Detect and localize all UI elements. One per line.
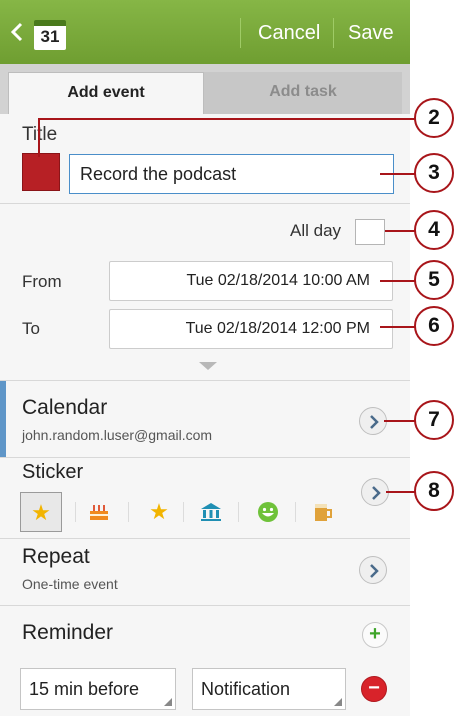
to-label: To — [22, 319, 40, 338]
callout-leader — [380, 280, 416, 282]
repeat-label: Repeat — [22, 545, 90, 568]
callout-leader — [386, 491, 416, 493]
reminder-type-select[interactable]: Notification — [192, 668, 346, 710]
reminder-time-select[interactable]: 15 min before — [20, 668, 176, 710]
callout-4: 4 — [414, 210, 454, 250]
cake-icon[interactable] — [78, 492, 120, 532]
callout-3: 3 — [414, 153, 454, 193]
divider — [333, 18, 334, 48]
divider — [128, 502, 129, 522]
callout-leader — [380, 326, 416, 328]
sticker-chevron-icon[interactable] — [361, 478, 389, 506]
tab-add-event[interactable]: Add event — [8, 72, 204, 114]
dropdown-triangle-icon — [164, 698, 172, 706]
repeat-value: One-time event — [22, 576, 118, 592]
callout-leader — [384, 420, 416, 422]
all-day-checkbox[interactable] — [355, 219, 385, 245]
reminder-label: Reminder — [22, 621, 114, 644]
tab-add-task[interactable]: Add task — [204, 72, 402, 114]
callout-7: 7 — [414, 400, 454, 440]
sticker-label: Sticker — [22, 461, 84, 483]
beer-mug-icon[interactable] — [302, 492, 344, 532]
dropdown-triangle-icon — [334, 698, 342, 706]
from-datetime-button[interactable]: Tue 02/18/2014 10:00 AM — [109, 261, 393, 301]
expand-more-icon[interactable] — [199, 362, 217, 370]
calendar-account: john.random.luser@gmail.com — [22, 427, 213, 443]
divider — [295, 502, 296, 522]
divider — [0, 457, 410, 458]
smiley-icon[interactable] — [247, 492, 289, 532]
calendar-color-bar — [0, 381, 6, 457]
from-label: From — [22, 272, 62, 291]
save-button[interactable]: Save — [348, 20, 394, 46]
calendar-chevron-icon[interactable] — [359, 407, 387, 435]
callout-leader — [380, 173, 416, 175]
callout-5: 5 — [414, 260, 454, 300]
all-day-label: All day — [290, 221, 342, 240]
divider — [75, 502, 76, 522]
callout-leader — [385, 230, 416, 232]
remove-reminder-button[interactable]: − — [361, 676, 387, 702]
repeat-chevron-icon[interactable] — [359, 556, 387, 584]
title-input[interactable]: Record the podcast — [69, 154, 394, 194]
app-bar: 31 Cancel Save — [0, 0, 410, 64]
star-icon[interactable]: ★ — [138, 492, 180, 532]
callout-6: 6 — [414, 306, 454, 346]
back-chevron-icon[interactable] — [10, 22, 24, 42]
cancel-button[interactable]: Cancel — [258, 20, 320, 46]
calendar-label: Calendar — [22, 396, 108, 419]
callout-leader — [38, 119, 40, 157]
reminder-time-value: 15 min before — [29, 679, 140, 699]
add-reminder-button[interactable]: + — [362, 622, 388, 648]
phone-screen: 31 Cancel Save Add event Add task Title … — [0, 0, 410, 716]
reminder-type-value: Notification — [201, 679, 291, 699]
divider — [0, 380, 410, 381]
divider — [0, 605, 410, 606]
star-icon[interactable]: ★ — [20, 492, 62, 532]
bank-icon[interactable] — [190, 492, 232, 532]
callout-2: 2 — [414, 98, 454, 138]
callout-8: 8 — [414, 471, 454, 511]
divider — [183, 502, 184, 522]
tab-bar: Add event Add task — [0, 64, 410, 114]
divider — [0, 203, 410, 204]
divider — [240, 18, 241, 48]
event-color-picker[interactable] — [22, 153, 60, 191]
calendar-app-icon[interactable]: 31 — [34, 20, 66, 50]
sticker-picker: ★ ★ — [20, 492, 350, 532]
to-datetime-button[interactable]: Tue 02/18/2014 12:00 PM — [109, 309, 393, 349]
calendar-icon-day: 31 — [40, 27, 60, 46]
callout-leader — [38, 118, 416, 120]
divider — [0, 538, 410, 539]
divider — [238, 502, 239, 522]
